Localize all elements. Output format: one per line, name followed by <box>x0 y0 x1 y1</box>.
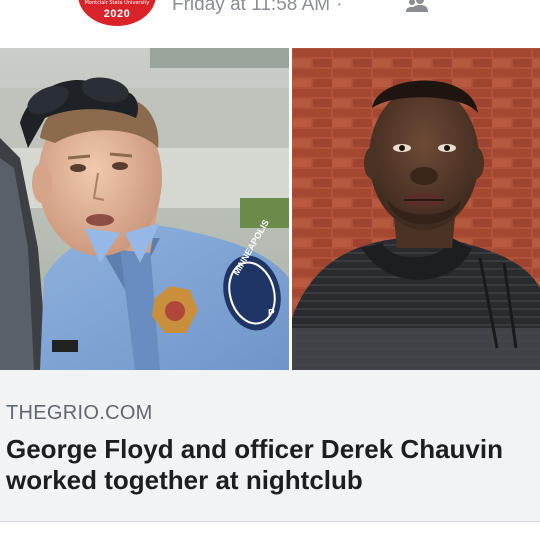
post-timestamp[interactable]: Friday at 11:58 AM · <box>172 0 348 16</box>
patch-subtext: P <box>268 308 275 319</box>
officer-photo[interactable]: MINNEAPOLIS P <box>0 48 289 370</box>
floyd-photo[interactable] <box>292 48 540 370</box>
post-footer-space <box>0 522 540 540</box>
separator-dot: · <box>336 0 343 15</box>
post-header: Montclair State University 2020 Friday a… <box>0 0 540 48</box>
avatar-caption: Montclair State University <box>84 0 150 6</box>
link-domain: THEGRIO.COM <box>6 402 153 424</box>
friends-icon[interactable] <box>405 0 429 12</box>
link-preview-image[interactable]: MINNEAPOLIS P <box>0 48 540 370</box>
profile-avatar[interactable]: Montclair State University 2020 <box>78 0 156 26</box>
link-preview-card[interactable]: THEGRIO.COM George Floyd and officer Der… <box>0 370 540 522</box>
floyd-photo-illustration <box>292 48 540 370</box>
officer-photo-illustration: MINNEAPOLIS P <box>0 48 289 370</box>
link-headline[interactable]: George Floyd and officer Derek Chauvin w… <box>6 434 538 496</box>
avatar-year: 2020 <box>103 8 131 20</box>
timestamp-text[interactable]: Friday at 11:58 AM <box>172 0 330 15</box>
